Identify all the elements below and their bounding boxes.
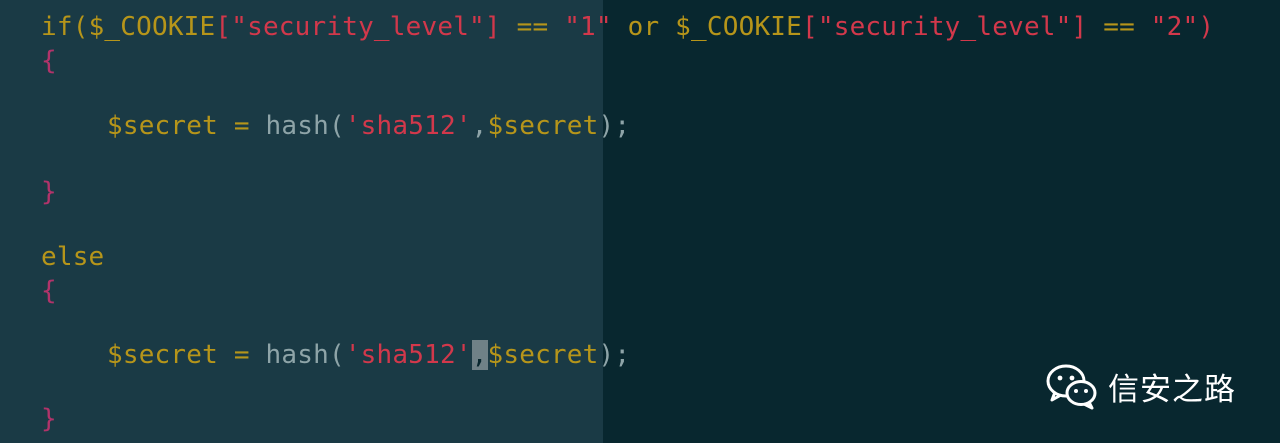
- code-token: =: [217, 111, 266, 141]
- code-token: $secret: [107, 340, 218, 370]
- code-token: ]: [484, 12, 501, 42]
- code-token: ]: [1071, 12, 1088, 42]
- code-line-3: $secret = hash('sha512',$secret);: [41, 109, 630, 143]
- watermark-text: 信安之路: [1108, 371, 1236, 408]
- code-token: "security_level": [817, 12, 1072, 42]
- code-token: =: [217, 340, 266, 370]
- code-token: $secret: [487, 340, 599, 370]
- code-token: $_COOKIE: [675, 12, 802, 42]
- code-token: if(: [41, 12, 89, 42]
- code-token: [: [215, 12, 232, 42]
- code-token: "security_level": [231, 12, 485, 42]
- code-token: ,: [471, 111, 488, 141]
- code-token: ==: [500, 12, 565, 42]
- wechat-icon: [1046, 364, 1097, 410]
- watermark: 信安之路: [1046, 360, 1236, 412]
- code-token: }: [41, 177, 57, 207]
- code-token: );: [598, 111, 631, 141]
- code-token: [: [802, 12, 818, 42]
- code-token: {: [41, 276, 57, 306]
- code-token: $secret: [487, 111, 599, 141]
- code-token: $_COOKIE: [88, 12, 216, 42]
- code-token: 'sha512': [344, 340, 472, 370]
- code-line-2: {: [41, 44, 57, 78]
- code-token: "1": [564, 12, 612, 42]
- code-editor[interactable]: if($_COOKIE["security_level"] == "1" or …: [0, 0, 1280, 443]
- code-block: if($_COOKIE["security_level"] == "1" or …: [41, 10, 1214, 434]
- code-token: $secret: [107, 111, 218, 141]
- code-line-7: $secret = hash('sha512',$secret);: [41, 338, 630, 372]
- code-token: "2": [1150, 12, 1199, 42]
- code-token: ): [1198, 12, 1215, 42]
- code-token: );: [598, 340, 631, 370]
- code-line-5: else: [41, 240, 104, 274]
- code-token: ==: [1087, 12, 1151, 42]
- text-cursor: ,: [471, 340, 488, 370]
- code-line-4: }: [41, 175, 57, 209]
- code-token: hash(: [265, 111, 345, 141]
- code-token: 'sha512': [344, 111, 472, 141]
- code-token: }: [41, 404, 57, 434]
- code-token: {: [41, 46, 57, 76]
- code-line-6: {: [41, 274, 57, 308]
- code-line-1: if($_COOKIE["security_level"] == "1" or …: [41, 10, 1214, 44]
- code-token: hash(: [265, 340, 345, 370]
- code-token: or: [611, 12, 676, 42]
- code-token: else: [41, 242, 105, 272]
- code-line-8: }: [41, 402, 57, 436]
